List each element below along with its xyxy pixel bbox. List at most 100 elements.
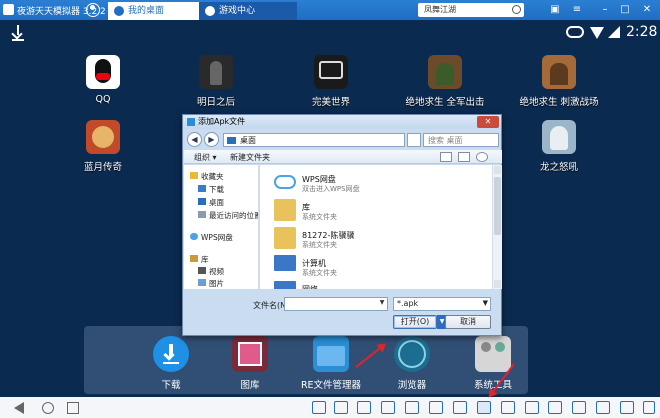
- rotate-icon[interactable]: [572, 401, 586, 414]
- list-item[interactable]: 网络: [274, 281, 484, 289]
- app-label: 完美世界: [311, 97, 350, 108]
- address-bar[interactable]: 桌面: [223, 133, 405, 147]
- chevron-down-icon[interactable]: ▼: [378, 299, 386, 309]
- app-lanyue-chuanqi[interactable]: 蓝月传奇: [53, 120, 153, 173]
- download-folder-icon: [198, 185, 206, 192]
- cancel-button[interactable]: 取消: [445, 315, 491, 329]
- record-icon[interactable]: [596, 401, 610, 414]
- recent-apps-icon[interactable]: [67, 402, 79, 414]
- open-button[interactable]: 打开(O): [393, 315, 437, 329]
- status-time: 2:28: [626, 24, 658, 40]
- user-icon[interactable]: [86, 3, 100, 17]
- title-bar: 夜游天天模拟器 3.2.2 我的桌面 游戏中心 凤舞江湖 ▣ ≡ – □ ✕: [0, 0, 660, 20]
- scroll-down-arrow[interactable]: [494, 280, 501, 288]
- gallery-icon: [232, 336, 268, 372]
- tab-game-center[interactable]: 游戏中心: [199, 2, 297, 20]
- file-list-scrollbar[interactable]: [492, 165, 502, 289]
- user-folder-icon: [274, 227, 296, 249]
- dock-app-gallery[interactable]: 图库: [205, 336, 295, 391]
- app-pubg-quanjun[interactable]: 绝地求生 全军出击: [395, 55, 495, 108]
- pubg-ciji-icon: [542, 55, 576, 89]
- video-icon: [198, 267, 206, 274]
- filename-input[interactable]: ▼: [284, 297, 388, 311]
- camera-icon[interactable]: [525, 401, 539, 414]
- network-icon: [274, 281, 296, 289]
- download-icon: [153, 336, 189, 372]
- clipboard-icon[interactable]: [429, 401, 443, 414]
- organize-button[interactable]: 组织 ▾: [194, 152, 217, 163]
- top-search-input[interactable]: 凤舞江湖: [418, 3, 524, 17]
- wifi-icon: [590, 27, 604, 39]
- dock-app-label: 图库: [240, 380, 260, 391]
- download-notification-icon: [12, 25, 24, 41]
- back-button[interactable]: ◀: [187, 132, 202, 147]
- app-qq[interactable]: QQ: [53, 55, 153, 105]
- app-longzhi-nuhou[interactable]: 龙之怒吼: [509, 120, 609, 173]
- browser-icon: [394, 336, 430, 372]
- tab-label: 游戏中心: [219, 6, 256, 16]
- more-icon[interactable]: [620, 401, 634, 414]
- shake-icon[interactable]: [357, 401, 371, 414]
- tab-my-desktop[interactable]: 我的桌面: [108, 2, 206, 20]
- scroll-up-arrow[interactable]: [494, 166, 501, 174]
- dialog-close-button[interactable]: ✕: [477, 116, 499, 128]
- refresh-button[interactable]: [407, 133, 421, 147]
- dock-app-label: 下载: [161, 380, 181, 391]
- app-pubg-ciji[interactable]: 绝地求生 刺激战场: [509, 55, 609, 108]
- file-type-select[interactable]: *.apk ▼: [393, 297, 491, 311]
- minimize-icon[interactable]: –: [598, 3, 612, 17]
- address-value: 桌面: [240, 136, 256, 145]
- gamepad-icon: [566, 26, 584, 38]
- help-icon[interactable]: [476, 152, 488, 162]
- app-wanmei-shijie[interactable]: 完美世界: [281, 55, 381, 108]
- fullscreen-icon[interactable]: [643, 401, 655, 414]
- desktop-folder-icon: [227, 137, 236, 144]
- add-apk-icon[interactable]: [477, 401, 491, 414]
- qq-icon: [86, 55, 120, 89]
- cloud-icon: [274, 175, 296, 189]
- dock-app-label: 浏览器: [397, 380, 427, 391]
- list-item[interactable]: 库 系统文件夹: [274, 199, 484, 225]
- dialog-title-bar[interactable]: 添加Apk文件 ✕: [183, 115, 501, 129]
- back-icon[interactable]: [14, 402, 24, 414]
- mingri-zhihou-icon: [199, 55, 233, 89]
- menu-icon[interactable]: ≡: [570, 3, 584, 17]
- shared-folder-icon[interactable]: [381, 401, 395, 414]
- dialog-title: 添加Apk文件: [198, 117, 246, 126]
- new-folder-button[interactable]: 新建文件夹: [230, 152, 270, 163]
- pubg-quanjun-icon: [428, 55, 462, 89]
- preview-pane-icon[interactable]: [458, 152, 470, 162]
- list-item[interactable]: WPS网盘 双击进入WPS网盘: [274, 171, 484, 197]
- volume-up-icon[interactable]: [334, 401, 348, 414]
- search-icon[interactable]: [512, 5, 521, 14]
- list-item[interactable]: 81272-陈骥骥 系统文件夹: [274, 227, 484, 253]
- scroll-thumb[interactable]: [494, 177, 501, 235]
- touch-icon[interactable]: [453, 401, 467, 414]
- dock-app-system-tools[interactable]: 系统工具: [448, 336, 538, 391]
- address-row: ◀ ▶ 桌面 搜索 桌面: [187, 132, 499, 148]
- computer-icon: [274, 255, 296, 271]
- dialog-search-placeholder: 搜索 桌面: [428, 136, 463, 145]
- dialog-search-input[interactable]: 搜索 桌面: [423, 133, 499, 147]
- location-icon[interactable]: [501, 401, 515, 414]
- dock-app-download[interactable]: 下载: [126, 336, 216, 391]
- library-folder-icon: [274, 199, 296, 221]
- list-item[interactable]: 计算机 系统文件夹: [274, 255, 484, 281]
- screenshot-icon[interactable]: [405, 401, 419, 414]
- app-label: 绝地求生 刺激战场: [519, 97, 599, 108]
- app-label: QQ: [95, 94, 111, 105]
- game-center-tab-icon: [205, 6, 215, 16]
- app-mingri-zhihou[interactable]: 明日之后: [166, 55, 266, 108]
- install-icon[interactable]: [548, 401, 562, 414]
- forward-button[interactable]: ▶: [204, 132, 219, 147]
- app-logo-icon: [3, 4, 14, 15]
- maximize-icon[interactable]: □: [618, 3, 632, 17]
- dock-app-re-file-manager[interactable]: RE文件管理器: [286, 336, 376, 391]
- recent-places-icon: [198, 211, 206, 218]
- close-icon[interactable]: ✕: [640, 3, 654, 17]
- app-label: 龙之怒吼: [539, 162, 578, 173]
- home-icon[interactable]: [42, 402, 54, 414]
- view-options-icon[interactable]: [440, 152, 452, 162]
- volume-down-icon[interactable]: [312, 401, 326, 414]
- skin-icon[interactable]: ▣: [548, 3, 562, 17]
